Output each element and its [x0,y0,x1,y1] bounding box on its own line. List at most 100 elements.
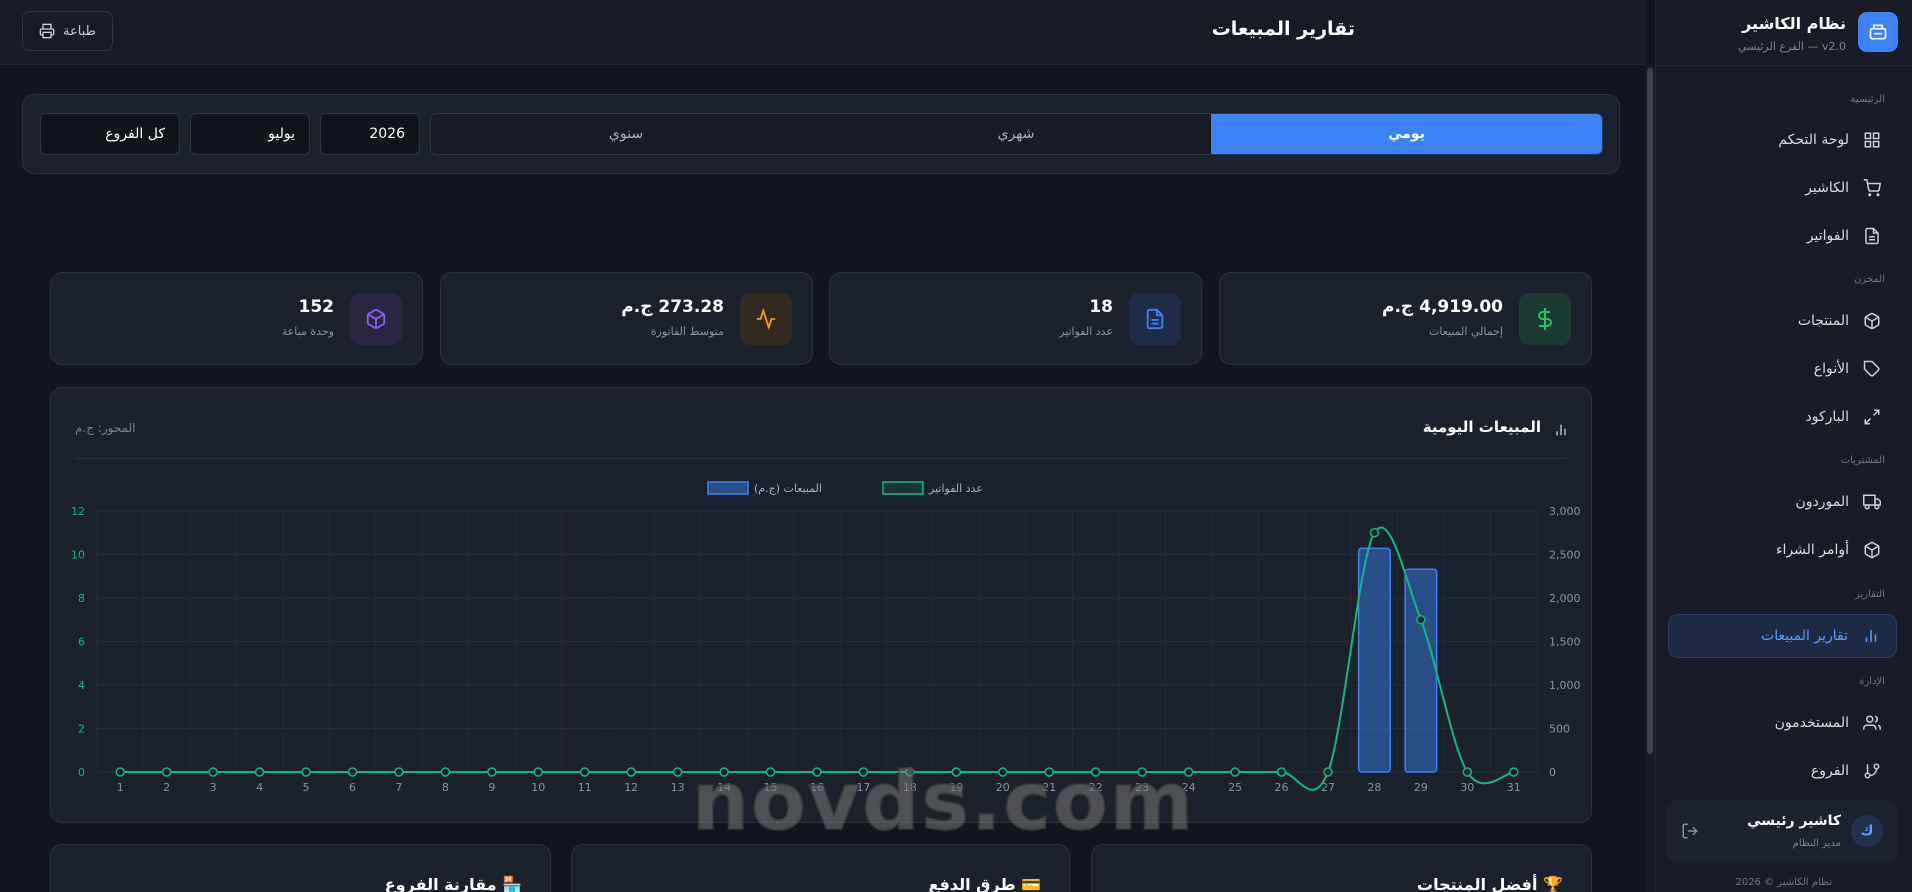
box-icon [1864,312,1880,330]
sidebar-item-label: الباركود [1805,409,1849,425]
branch-select[interactable]: كل الفروع [40,113,180,155]
copyright: نظام الكاشير © 2026 [1735,877,1832,888]
scrollbar-thumb[interactable] [1647,68,1653,754]
expand-icon [1864,409,1880,425]
invoice-count-point [626,767,636,777]
x-tick-label: 2 [163,781,170,794]
sidebar-item-products[interactable]: المنتجات [1668,299,1897,343]
invoice-count-point [533,767,544,777]
y-left-tick-label: 4 [78,679,85,692]
x-tick-label: 6 [349,781,356,794]
legend-label-invoices: عدد الفواتير [928,482,983,495]
sidebar-item-suppliers[interactable]: الموردون [1668,480,1897,524]
x-tick-label: 1 [117,781,124,794]
invoice-count-point [1276,767,1287,777]
stat-label: إجمالي المبيعات [1428,325,1503,338]
logout-icon[interactable] [1681,822,1699,840]
invoice-count-point [301,767,311,777]
y-right-tick-label: 500 [1549,723,1570,736]
invoice-count-point [1509,767,1519,777]
sidebar-item-label: لوحة التحكم [1778,132,1849,148]
sidebar-item-cashier[interactable]: الكاشير [1668,166,1897,210]
x-tick-label: 3 [210,781,217,794]
x-tick-label: 8 [442,781,449,794]
branch-comparison-card: 🏪 مقارنة الفروع [50,844,551,892]
period-option-daily[interactable]: يومي [1211,114,1602,154]
x-tick-label: 10 [531,781,545,794]
invoice-count-point [1416,615,1426,625]
month-select[interactable]: يوليو [190,113,310,155]
y-left-tick-label: 6 [78,636,85,649]
y-left-tick-label: 10 [71,549,85,562]
x-tick-label: 11 [578,781,592,794]
sidebar-item-label: المنتجات [1797,313,1849,329]
bar-chart-icon [1865,630,1877,642]
nav-section-main: الرئيسية [1850,94,1885,105]
sidebar-item-barcode[interactable]: الباركود [1668,395,1897,439]
x-tick-label: 9 [488,781,495,794]
sidebar-item-branches[interactable]: الفروع [1668,749,1897,793]
invoice-count-point [347,767,358,777]
x-tick-label: 13 [671,781,685,794]
invoice-count-point [579,767,590,777]
cart-icon [1863,179,1881,197]
invoice-count-point [161,767,172,777]
sidebar-item-categories[interactable]: الأنواع [1668,347,1897,391]
y-left-tick-label: 2 [78,723,85,736]
stat-label: متوسط الفاتورة [650,325,724,338]
grid-icon [1864,132,1880,148]
invoice-count-point [672,767,683,777]
stat-value: 18 [1089,297,1113,317]
y-right-tick-label: 3,000 [1549,505,1581,518]
x-tick-label: 12 [624,781,638,794]
page-title: تقارير المبيعات [1211,18,1355,40]
sales-bar [1404,568,1438,773]
brand: نظام الكاشير v2.0 — الفرع الرئيسي [1668,10,1898,60]
file-icon [1129,293,1181,345]
stat-label: عدد الفواتير [1059,325,1113,338]
sidebar-item-dashboard[interactable]: لوحة التحكم [1668,118,1897,162]
y-right-tick-label: 1,500 [1549,636,1581,649]
printer-icon [39,23,55,39]
users-icon [1863,715,1881,730]
sidebar-item-purchase-orders[interactable]: أوامر الشراء [1668,528,1897,572]
sidebar-item-label: الكاشير [1805,180,1849,196]
stat-card-total-sales: 4,919.00 ج.م إجمالي المبيعات [1219,272,1592,365]
box-icon [350,293,402,345]
year-select[interactable]: 2026 [320,113,420,155]
y-right-tick-label: 1,000 [1549,679,1581,692]
y-left-tick-label: 0 [78,766,85,779]
y-left-tick-label: 8 [78,592,85,605]
sidebar-item-label: الأنواع [1813,361,1849,377]
sidebar-item-users[interactable]: المستخدمون [1668,701,1897,745]
app-subtitle: v2.0 — الفرع الرئيسي [1738,40,1846,53]
invoice-count-point [208,767,218,777]
sales-bar [1357,547,1391,773]
period-option-monthly[interactable]: شهري [821,114,1211,154]
register-icon [1858,12,1898,52]
invoice-count-point [394,767,404,777]
filter-bar: يومي شهري سنوي 2026 يوليو كل الفروع [22,94,1620,174]
stat-card-units-sold: 152 وحدة مباعة [50,272,423,365]
invoice-count-point [1462,767,1473,777]
x-tick-label: 26 [1275,781,1289,794]
stat-value: 273.28 ج.م [621,297,724,317]
period-option-yearly[interactable]: سنوي [431,114,821,154]
branch-icon [1864,763,1880,779]
invoice-count-point [1369,528,1380,538]
sidebar-item-sales-reports[interactable]: تقارير المبيعات [1668,614,1897,658]
file-icon [1865,227,1879,245]
print-button[interactable]: طباعة [22,11,113,51]
sidebar-item-invoices[interactable]: الفواتير [1668,214,1897,258]
sidebar-item-label: أوامر الشراء [1775,542,1849,558]
top-products-card: 🏆 أفضل المنتجات [1091,844,1592,892]
invoice-count-point [115,767,125,777]
dollar-icon [1519,293,1571,345]
payment-methods-title: 💳 طرق الدفع [928,875,1041,892]
x-tick-label: 28 [1367,781,1381,794]
x-tick-label: 5 [303,781,310,794]
activity-icon [740,293,792,345]
top-products-title: 🏆 أفضل المنتجات [1417,875,1563,892]
nav-section-purchases: المشتريات [1840,455,1885,466]
avatar: ك [1851,815,1883,847]
